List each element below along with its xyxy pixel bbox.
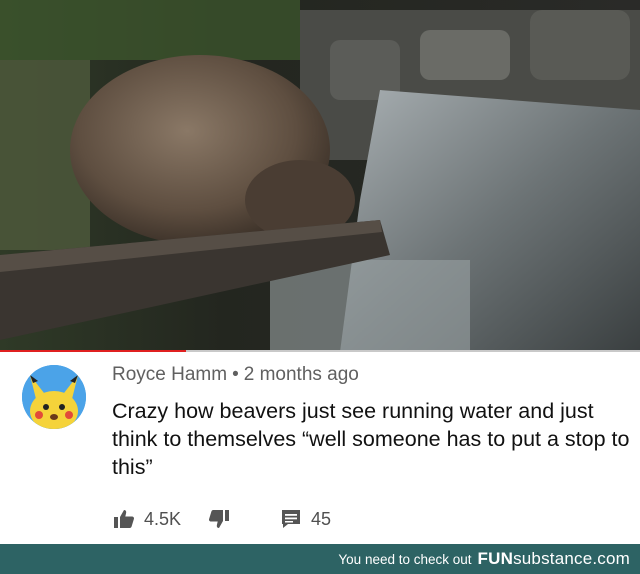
header-separator: • xyxy=(232,364,239,385)
avatar[interactable] xyxy=(22,365,86,429)
video-player[interactable] xyxy=(0,0,640,352)
comment-author[interactable]: Royce Hamm xyxy=(112,364,227,385)
video-frame-image xyxy=(0,0,640,352)
comment: Royce Hamm • 2 months ago Crazy how beaver… xyxy=(0,355,640,544)
video-progress-fill xyxy=(0,350,186,352)
thumbs-up-icon[interactable] xyxy=(112,507,136,531)
footer-banner: You need to check out FUNsubstance.com xyxy=(0,544,640,574)
like-count: 4.5K xyxy=(144,508,182,529)
footer-brand-rest: substance.com xyxy=(513,549,630,568)
comment-time[interactable]: 2 months ago xyxy=(244,364,359,385)
comment-header: Royce Hamm • 2 months ago xyxy=(112,364,359,388)
video-progress-bar[interactable] xyxy=(0,350,640,352)
thumbs-down-icon[interactable] xyxy=(207,507,231,531)
reply-icon[interactable] xyxy=(279,507,303,531)
pikachu-avatar-icon xyxy=(22,365,86,429)
comment-actions: 4.5K 45 xyxy=(112,505,331,533)
footer-brand[interactable]: FUNsubstance.com xyxy=(478,549,630,569)
footer-brand-bold: FUN xyxy=(477,549,514,568)
reply-count[interactable]: 45 xyxy=(311,509,331,530)
comment-text: Crazy how beavers just see running water… xyxy=(112,399,630,479)
footer-tagline: You need to check out xyxy=(338,551,472,567)
